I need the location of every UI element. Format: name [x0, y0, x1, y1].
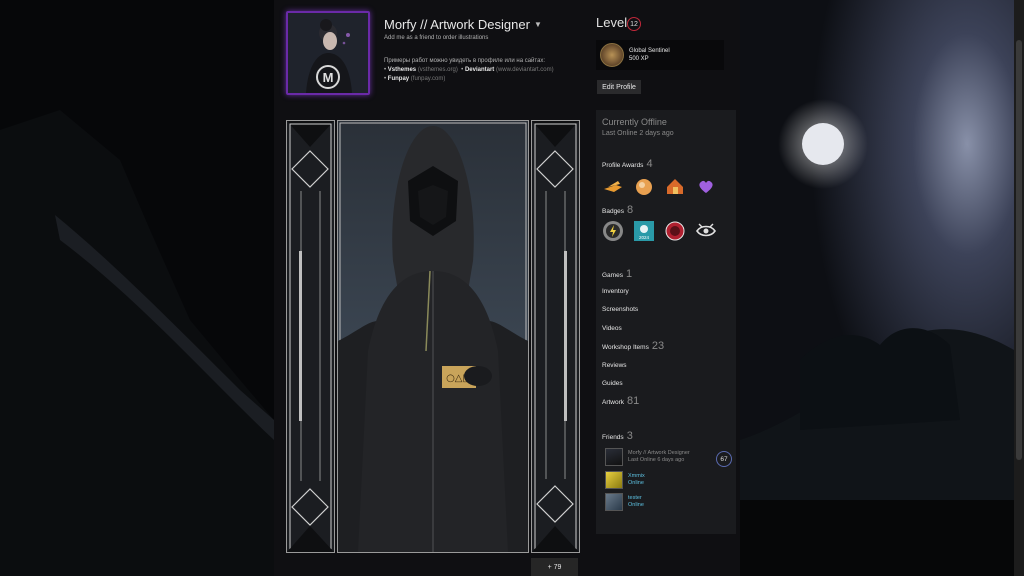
link-workshop-items[interactable]: Workshop Items 23	[602, 340, 664, 352]
award-squirrel-icon	[636, 179, 652, 195]
friend-item-xmmix[interactable]: Xmmix Online	[605, 471, 645, 489]
summary-line-2: Примеры работ можно увидеть в профиле ил…	[384, 58, 546, 64]
link-deviantart[interactable]: Deviantart	[465, 67, 494, 73]
friend-avatar-tester	[605, 493, 623, 511]
award-flame-icon	[604, 181, 622, 192]
last-online: Last Online 2 days ago	[602, 130, 674, 137]
link-inventory[interactable]: Inventory	[602, 288, 629, 295]
badge-red-emblem-icon	[665, 221, 685, 241]
link-artwork-count: 81	[627, 395, 640, 407]
friend-avatar-xmmix	[605, 471, 623, 489]
badge-lightning-icon	[603, 221, 623, 241]
link-deviantart-domain: (www.deviantart.com)	[495, 67, 554, 73]
badge-steam-2024-icon: 2024	[634, 221, 654, 241]
friends-count: 3	[626, 430, 633, 442]
link-games-label: Games	[602, 272, 623, 279]
award-house-icon	[667, 179, 683, 194]
level-badge[interactable]: 12	[627, 17, 641, 31]
artwork-left-image	[287, 121, 334, 552]
profile-awards-header[interactable]: Profile Awards 4	[602, 158, 653, 170]
profile-sidebar: Currently Offline Last Online 2 days ago…	[596, 110, 736, 534]
friend-name-morfy: Morfy // Artwork Designer	[628, 450, 690, 456]
featured-badge-xp: 500 XP	[629, 56, 649, 62]
badge-icon-3[interactable]	[664, 220, 686, 242]
friend-status-xmmix: Online	[628, 480, 644, 486]
level-label: Level	[596, 15, 628, 30]
friend-avatar-morfy	[605, 448, 623, 466]
badges-header[interactable]: Badges 8	[602, 204, 633, 216]
friend-status-tester: Online	[628, 502, 644, 508]
friends-label: Friends	[602, 434, 624, 441]
friend-item-tester[interactable]: tester Online	[605, 493, 644, 511]
link-vsthemes-domain: (vsthemes.org)	[417, 67, 458, 73]
moon	[802, 123, 844, 165]
award-icon-4[interactable]	[695, 175, 717, 197]
svg-text:M: M	[323, 70, 334, 85]
link-artwork[interactable]: Artwork 81	[602, 395, 639, 407]
show-more-artwork-button[interactable]: + 79	[531, 558, 578, 576]
link-videos[interactable]: Videos	[602, 325, 622, 332]
edit-profile-button[interactable]: Edit Profile	[597, 80, 641, 94]
friend-name-xmmix: Xmmix	[628, 473, 645, 479]
link-games-count: 1	[625, 268, 633, 280]
link-workshop-count: 23	[651, 340, 665, 352]
badges-count: 8	[627, 204, 634, 216]
link-guides[interactable]: Guides	[602, 380, 623, 387]
chevron-down-icon[interactable]: ▼	[534, 20, 542, 29]
award-icon-1[interactable]	[602, 175, 624, 197]
link-reviews[interactable]: Reviews	[602, 362, 627, 369]
award-icon-2[interactable]	[633, 175, 655, 197]
friend-level-badge: 67	[716, 451, 732, 467]
link-games[interactable]: Games 1	[602, 268, 632, 280]
badges-label: Badges	[602, 208, 625, 215]
online-status: Currently Offline	[602, 117, 667, 127]
link-funpay[interactable]: Funpay	[388, 76, 409, 82]
badge-year: 2024	[639, 235, 650, 240]
link-funpay-domain: (funpay.com)	[410, 76, 446, 82]
award-icon-3[interactable]	[664, 175, 686, 197]
badge-icon-2[interactable]: 2024	[633, 220, 655, 242]
artwork-right-strip[interactable]	[531, 120, 580, 553]
friend-item-morfy[interactable]: Morfy // Artwork Designer Last Online 6 …	[605, 448, 690, 466]
page-scrollbar[interactable]	[1014, 0, 1024, 576]
badge-icon-4[interactable]	[695, 220, 717, 242]
global-sentinel-badge-icon	[600, 43, 624, 67]
profile-page: M Morfy // Artwork Designer ▼ Add me as …	[274, 0, 740, 576]
profile-awards-row	[602, 175, 717, 197]
persona-name-text: Morfy // Artwork Designer	[384, 17, 530, 32]
friend-name-tester: tester	[628, 495, 642, 501]
badges-row: 2024	[602, 220, 717, 242]
avatar-image: M	[288, 13, 368, 93]
badge-eye-icon	[696, 223, 716, 237]
profile-avatar[interactable]: M	[286, 11, 370, 95]
summary-links-row-2: • Funpay (funpay.com)	[384, 76, 446, 82]
page-scrollbar-thumb[interactable]	[1016, 40, 1022, 460]
artwork-main-image[interactable]: ○△□	[337, 120, 529, 553]
hooded-figure-artwork: ○△□	[338, 121, 528, 552]
friends-header[interactable]: Friends 3	[602, 430, 633, 442]
persona-name[interactable]: Morfy // Artwork Designer ▼	[384, 17, 542, 32]
featured-badge[interactable]: Global Sentinel 500 XP	[596, 40, 724, 70]
profile-awards-count: 4	[646, 158, 653, 170]
link-screenshots[interactable]: Screenshots	[602, 306, 638, 313]
friend-status-morfy: Last Online 6 days ago	[628, 457, 685, 463]
summary-line-1: Add me as a friend to order illustration…	[384, 35, 489, 41]
summary-links-row-1: • Vsthemes (vsthemes.org) • Deviantart (…	[384, 67, 554, 73]
artwork-right-image	[532, 121, 579, 552]
link-workshop-label: Workshop Items	[602, 344, 649, 351]
link-artwork-label: Artwork	[602, 399, 625, 406]
badge-icon-1[interactable]	[602, 220, 624, 242]
artwork-left-strip[interactable]	[286, 120, 335, 553]
featured-badge-name: Global Sentinel	[629, 48, 670, 54]
profile-awards-label: Profile Awards	[602, 162, 644, 169]
link-vsthemes[interactable]: Vsthemes	[388, 67, 416, 73]
award-heart-icon	[699, 180, 713, 193]
